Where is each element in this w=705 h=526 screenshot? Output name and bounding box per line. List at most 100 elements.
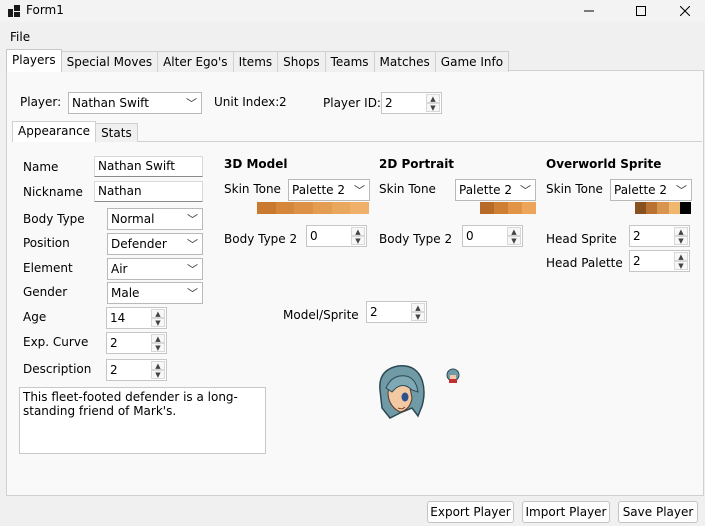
model3d-body-type2-label: Body Type 2	[224, 232, 298, 246]
arrow-down-icon[interactable]: ▼	[151, 343, 165, 352]
model3d-body-type2-spinner[interactable]: 0 ▲ ▼	[306, 225, 367, 247]
portrait2d-skin-tone-select[interactable]: Palette 2 ﹀	[455, 179, 536, 201]
portrait2d-swatch-1	[494, 202, 508, 214]
tab-matches[interactable]: Matches	[373, 51, 436, 72]
arrow-up-icon[interactable]: ▲	[411, 303, 425, 312]
age-value: 14	[110, 311, 126, 325]
arrow-down-icon[interactable]: ▼	[151, 318, 165, 327]
model-sprite-label: Model/Sprite	[283, 308, 359, 322]
arrow-down-icon[interactable]: ▼	[411, 312, 425, 321]
nickname-field[interactable]: Nathan	[94, 181, 203, 202]
head-palette-spinner[interactable]: 2 ▲ ▼	[629, 250, 690, 272]
player-id-value: 2	[385, 96, 393, 110]
overworld-skin-tone-select[interactable]: Palette 2 ﹀	[610, 179, 692, 201]
overworld-swatch-3	[668, 202, 680, 214]
portrait2d-heading: 2D Portrait	[379, 157, 455, 171]
close-icon	[680, 6, 690, 16]
unit-index-value: 2	[279, 95, 287, 109]
maximize-button[interactable]	[618, 0, 664, 22]
player-select[interactable]: Nathan Swift ﹀	[68, 92, 202, 114]
tab-appearance[interactable]: Appearance	[12, 121, 97, 142]
tab-alter-egos[interactable]: Alter Ego's	[157, 51, 234, 72]
arrow-down-icon[interactable]: ▼	[351, 236, 365, 245]
chevron-down-icon: ﹀	[187, 213, 198, 226]
minimize-button[interactable]	[566, 0, 612, 22]
description-updown[interactable]: ▲ ▼	[151, 361, 165, 379]
chevron-down-icon: ﹀	[187, 287, 198, 300]
description-spinner[interactable]: 2 ▲ ▼	[106, 359, 167, 381]
player-id-spinner[interactable]: 2 ▲ ▼	[381, 92, 442, 114]
model3d-swatch-1	[275, 202, 295, 214]
arrow-up-icon[interactable]: ▲	[674, 227, 688, 236]
description-textarea[interactable]: This fleet-footed defender is a long-sta…	[19, 387, 266, 454]
portrait2d-body-type2-spinner[interactable]: 0 ▲ ▼	[462, 225, 523, 247]
model3d-skin-tone-value: Palette 2	[292, 183, 346, 197]
portrait2d-palette-swatch	[480, 202, 536, 214]
close-button[interactable]	[662, 0, 705, 22]
tab-players[interactable]: Players	[6, 49, 62, 72]
model3d-skin-tone-select[interactable]: Palette 2 ﹀	[288, 179, 370, 201]
arrow-up-icon[interactable]: ▲	[351, 227, 365, 236]
tab-game-info[interactable]: Game Info	[434, 51, 510, 72]
arrow-up-icon[interactable]: ▲	[151, 334, 165, 343]
age-updown[interactable]: ▲ ▼	[151, 309, 165, 327]
tab-shops[interactable]: Shops	[277, 51, 326, 72]
save-player-button[interactable]: Save Player	[618, 501, 698, 523]
tab-special-moves[interactable]: Special Moves	[60, 51, 159, 72]
arrow-down-icon[interactable]: ▼	[151, 370, 165, 379]
arrow-down-icon[interactable]: ▼	[507, 236, 521, 245]
window-title: Form1	[26, 3, 64, 17]
head-sprite-spinner[interactable]: 2 ▲ ▼	[629, 225, 690, 247]
position-select[interactable]: Defender ﹀	[107, 233, 203, 255]
arrow-up-icon[interactable]: ▲	[151, 309, 165, 318]
tab-items[interactable]: Items	[232, 51, 279, 72]
exp-curve-spinner[interactable]: 2 ▲ ▼	[106, 332, 167, 354]
model3d-heading: 3D Model	[224, 157, 288, 171]
head-sprite-updown[interactable]: ▲ ▼	[674, 227, 688, 245]
arrow-up-icon[interactable]: ▲	[151, 361, 165, 370]
model-sprite-spinner[interactable]: 2 ▲ ▼	[366, 301, 427, 323]
overworld-sprite-image	[446, 368, 460, 383]
export-player-button[interactable]: Export Player	[427, 501, 514, 523]
arrow-down-icon[interactable]: ▼	[674, 261, 688, 270]
exp-curve-label: Exp. Curve	[23, 335, 89, 349]
age-label: Age	[23, 310, 47, 324]
name-field[interactable]: Nathan Swift	[94, 156, 203, 177]
gender-select[interactable]: Male ﹀	[107, 282, 203, 304]
chevron-down-icon: ﹀	[187, 238, 198, 251]
model3d-skin-tone-label: Skin Tone	[224, 182, 281, 196]
portrait2d-body-type2-updown[interactable]: ▲ ▼	[507, 227, 521, 245]
import-player-button[interactable]: Import Player	[522, 501, 610, 523]
nickname-label: Nickname	[23, 185, 83, 199]
arrow-up-icon[interactable]: ▲	[507, 227, 521, 236]
player-id-label: Player ID:	[323, 96, 381, 110]
description-label: Description	[23, 362, 92, 376]
age-spinner[interactable]: 14 ▲ ▼	[106, 307, 167, 329]
exp-curve-updown[interactable]: ▲ ▼	[151, 334, 165, 352]
tab-teams[interactable]: Teams	[324, 51, 375, 72]
portrait2d-skin-tone-label: Skin Tone	[379, 182, 436, 196]
body-type-value: Normal	[111, 212, 155, 226]
overworld-swatch-0	[635, 202, 647, 214]
head-sprite-label: Head Sprite	[546, 232, 617, 246]
head-palette-updown[interactable]: ▲ ▼	[674, 252, 688, 270]
portrait2d-swatch-3	[522, 202, 536, 214]
overworld-swatch-2	[657, 202, 669, 214]
model3d-body-type2-updown[interactable]: ▲ ▼	[351, 227, 365, 245]
portrait2d-swatch-2	[508, 202, 522, 214]
title-bar: Form1	[0, 0, 705, 22]
body-type-select[interactable]: Normal ﹀	[107, 208, 203, 230]
model-sprite-updown[interactable]: ▲ ▼	[411, 303, 425, 321]
menu-file[interactable]: File	[10, 30, 30, 44]
player-label: Player:	[20, 95, 62, 109]
element-select[interactable]: Air ﹀	[107, 258, 203, 280]
player-id-updown[interactable]: ▲ ▼	[426, 94, 440, 112]
arrow-up-icon[interactable]: ▲	[674, 252, 688, 261]
tab-stats[interactable]: Stats	[95, 123, 138, 142]
model3d-swatch-5	[350, 202, 370, 214]
arrow-up-icon[interactable]: ▲	[426, 94, 440, 103]
position-value: Defender	[111, 237, 167, 251]
gender-value: Male	[111, 286, 140, 300]
arrow-down-icon[interactable]: ▼	[426, 103, 440, 112]
arrow-down-icon[interactable]: ▼	[674, 236, 688, 245]
